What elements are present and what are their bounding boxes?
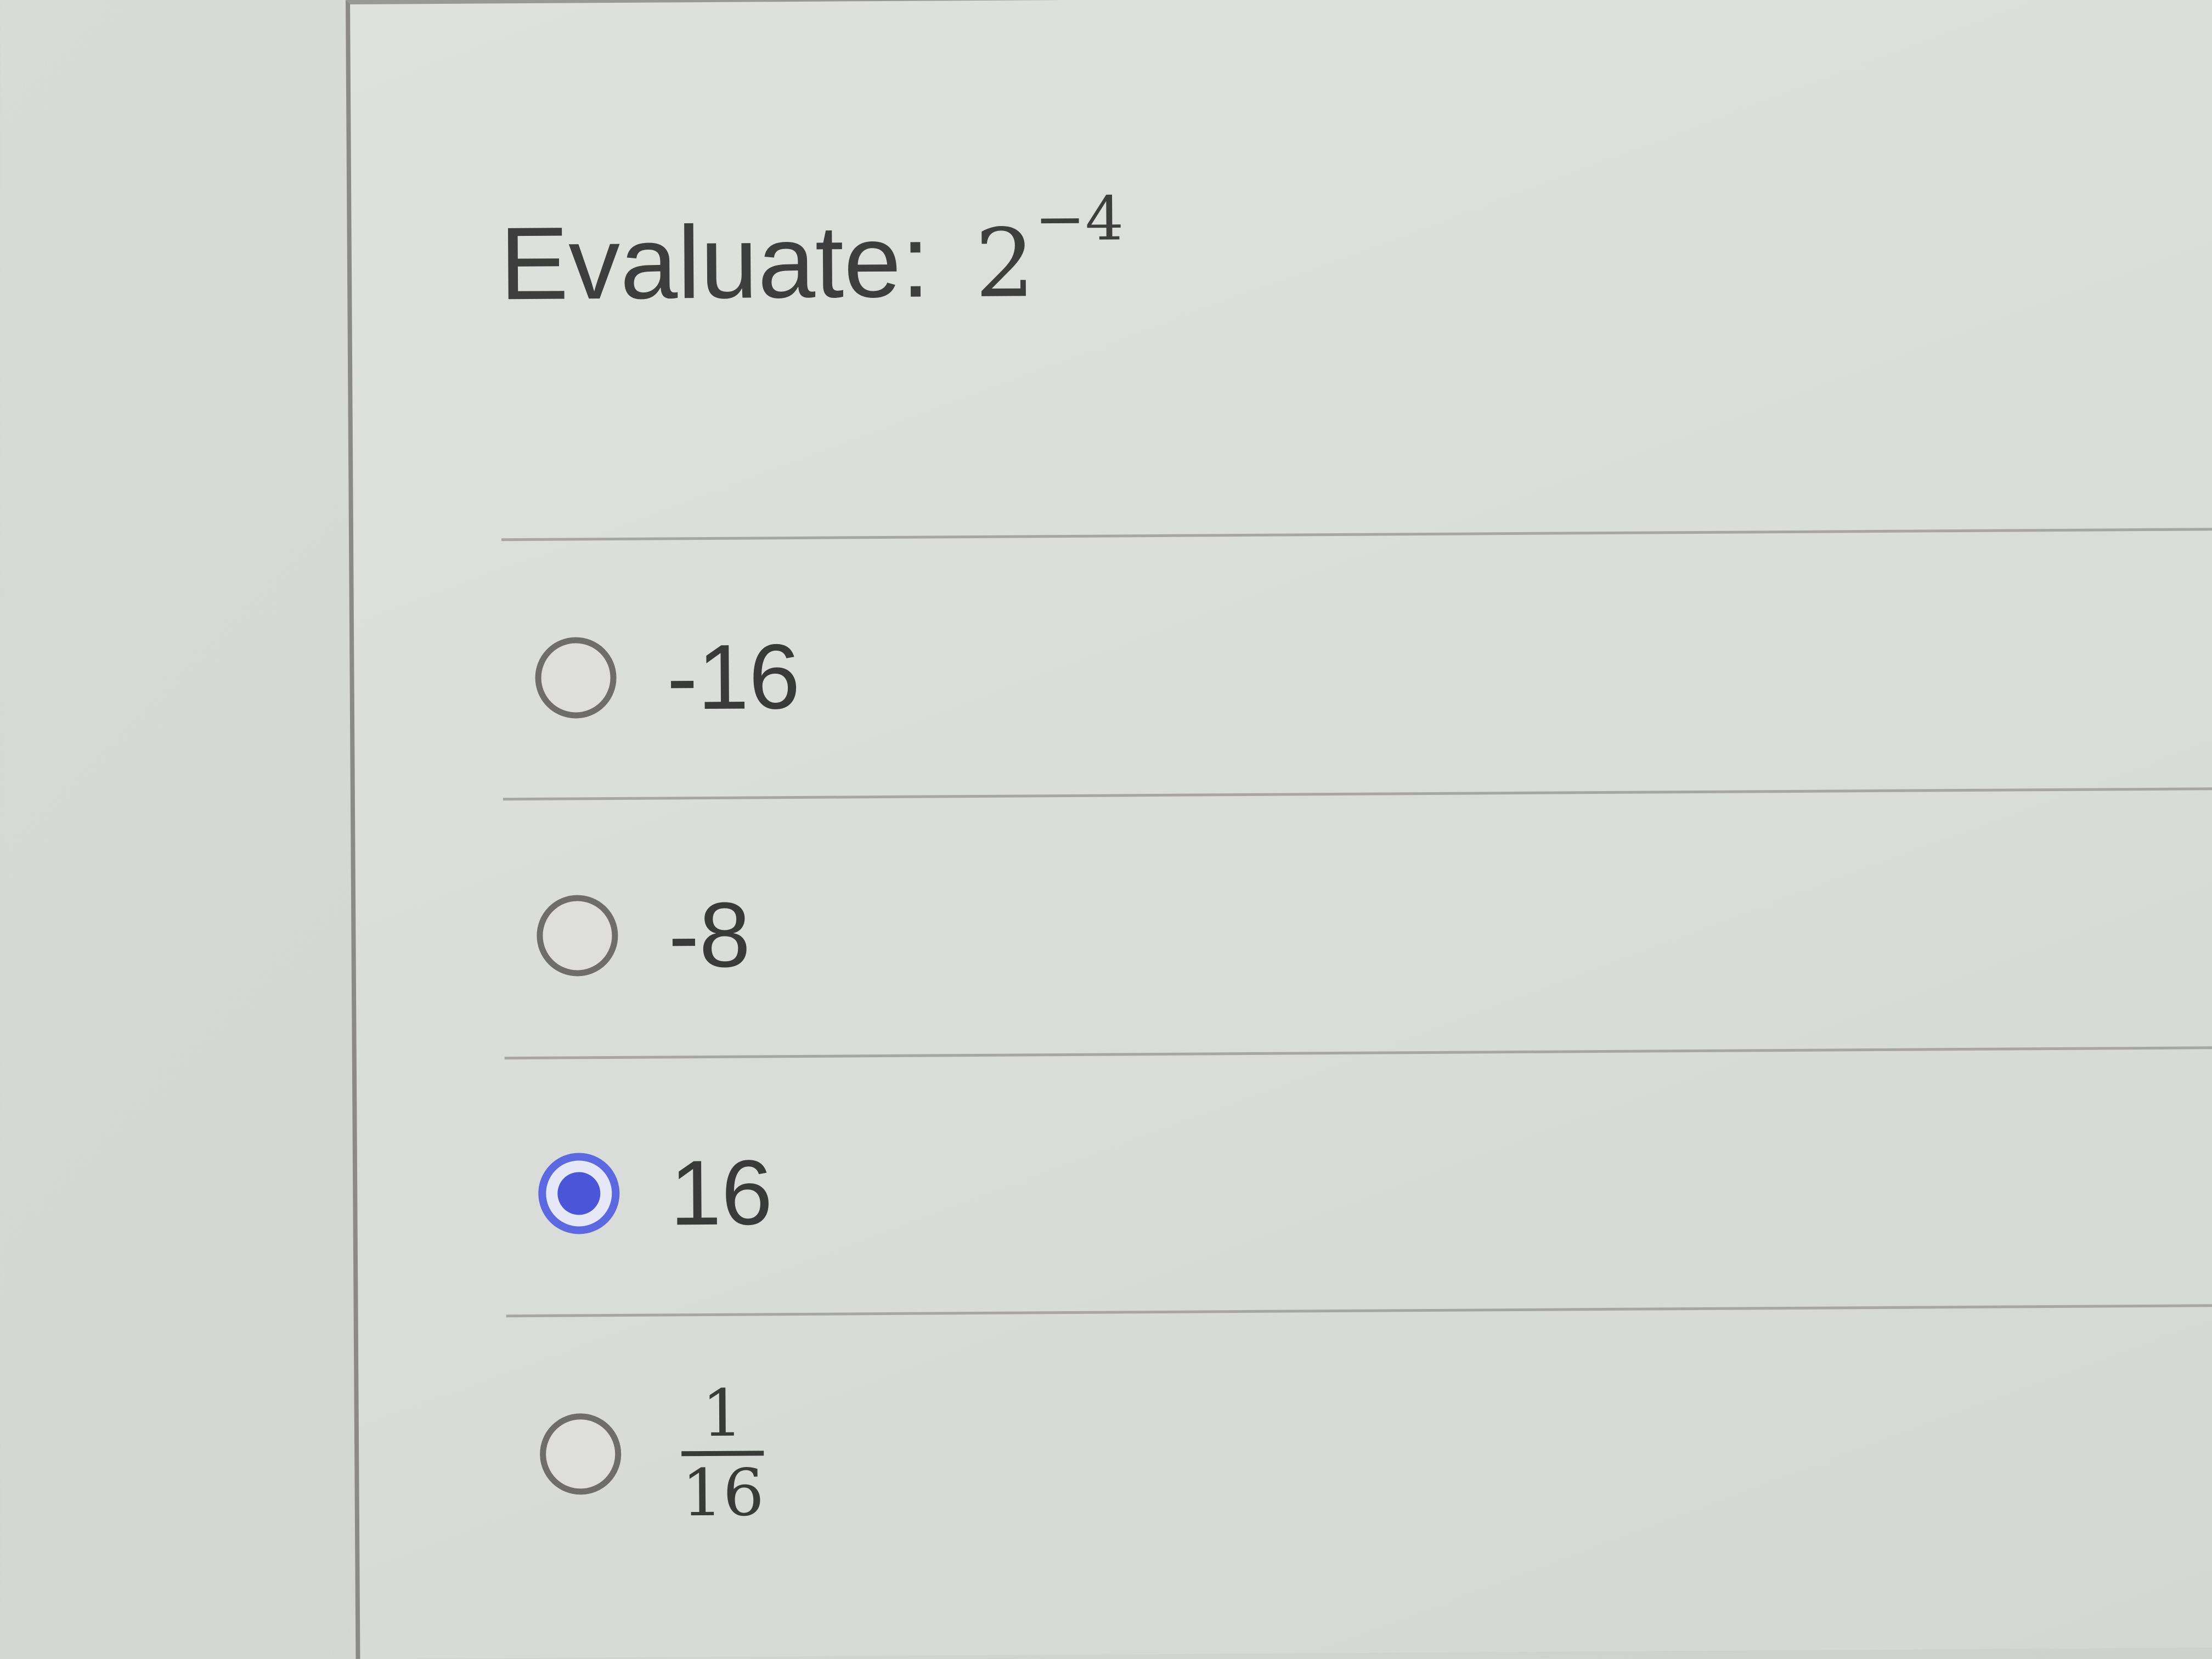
math-expression: 2−4 [974,183,1124,319]
answer-option-2[interactable]: -8 [536,869,751,1002]
option-label-3: 16 [669,1141,773,1245]
math-base: 2 [974,208,1036,319]
divider [506,1304,2212,1318]
radio-button-1[interactable] [535,637,617,719]
question-text: Evaluate: 2−4 [499,183,1124,321]
divider [503,787,2212,801]
option-label-2: -8 [668,883,751,987]
fraction-numerator: 1 [701,1375,743,1451]
divider [501,527,2212,541]
question-prompt: Evaluate: [499,203,930,321]
radio-button-3-selected[interactable] [538,1152,620,1234]
answer-option-3[interactable]: 16 [538,1126,773,1260]
divider [504,1046,2212,1060]
fraction-denominator: 16 [681,1454,765,1531]
answer-option-1[interactable]: -16 [535,611,800,744]
quiz-card: Evaluate: 2−4 -16 -8 16 1 16 [346,0,2212,1659]
math-exponent: −4 [1034,183,1124,255]
option-label-1: -16 [666,624,800,729]
option-fraction-4: 1 16 [681,1375,765,1531]
answer-option-4[interactable]: 1 16 [539,1375,764,1531]
radio-button-2[interactable] [536,895,618,977]
radio-button-4[interactable] [539,1413,622,1495]
